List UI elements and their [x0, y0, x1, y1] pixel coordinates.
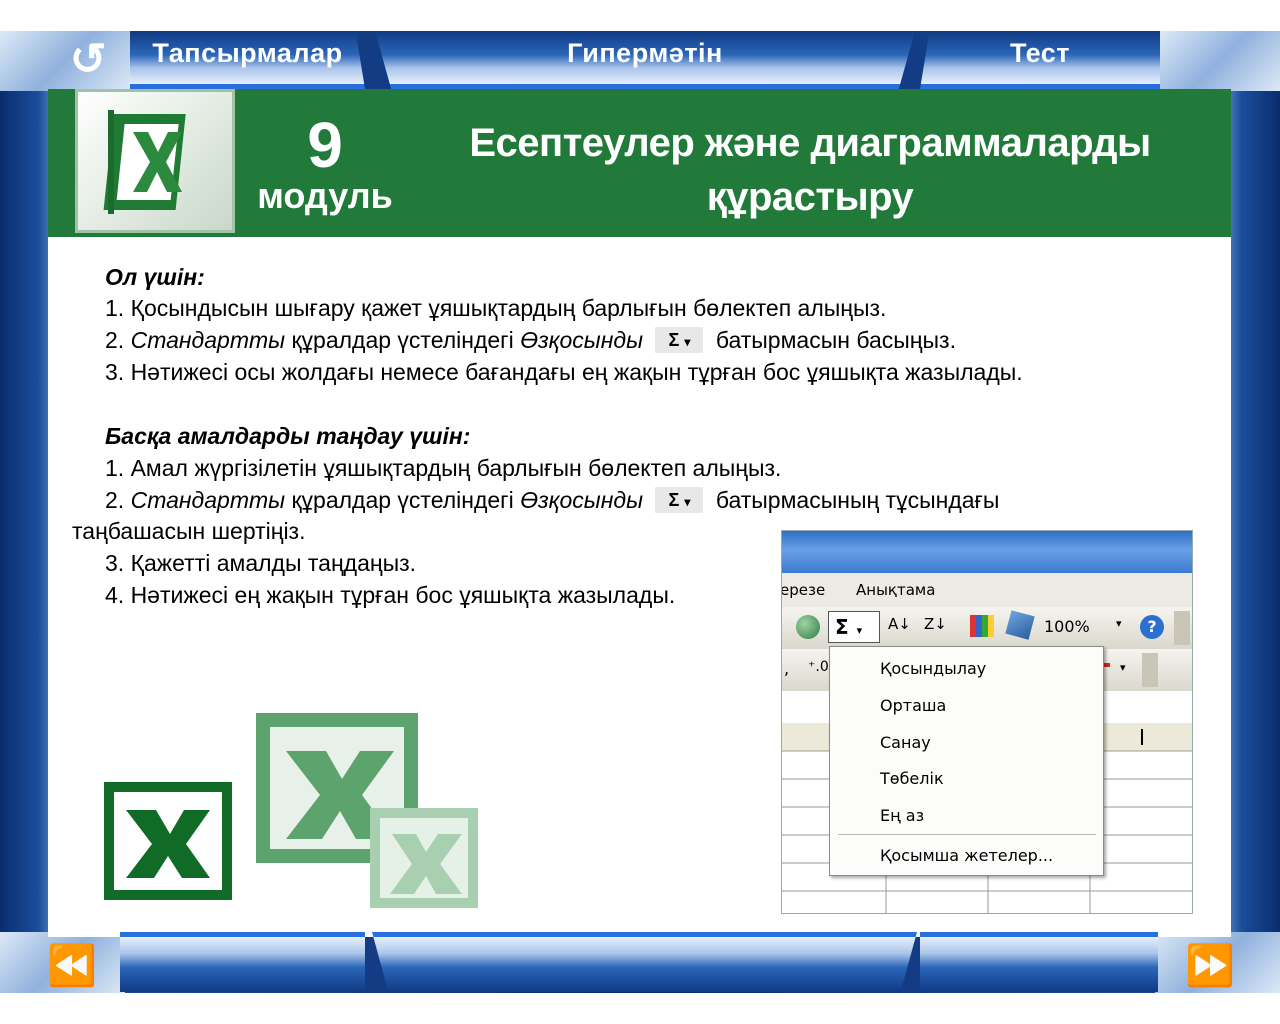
bottom-bar-left [120, 932, 365, 992]
menu-divider [838, 834, 1096, 835]
section2-heading: Басқа амалдарды таңдау үшін: [105, 423, 471, 449]
drawing-icon[interactable] [1005, 610, 1035, 640]
dropdown-arrow-icon: ▾ [856, 624, 863, 637]
toolbar-options-icon[interactable] [1142, 653, 1158, 687]
sigma-symbol: Σ [835, 615, 849, 639]
module-label: модуль [257, 175, 393, 216]
excel-menu-bar: ерезе Анықтама [782, 573, 1192, 607]
zoom-dropdown-icon[interactable]: ▾ [1116, 617, 1122, 630]
step-number: 2. [105, 487, 125, 513]
autosum-icon: Σ ▾ [655, 326, 704, 353]
tab-hypertext[interactable]: Гипермәтін [375, 31, 915, 89]
hyperlink-icon[interactable] [796, 615, 820, 639]
menu-item-average[interactable]: Орташа [880, 696, 946, 715]
next-arrow-icon[interactable]: ⏩ [1180, 945, 1240, 987]
sigma-symbol: Σ [668, 489, 680, 510]
help-icon[interactable]: ? [1140, 615, 1164, 639]
section2-step2-continued: таңбашасын шертіңіз. [72, 518, 306, 544]
page-title-line2: құрастыру [706, 175, 914, 219]
sigma-symbol: Σ [668, 329, 680, 350]
step-text: батырмасын басыңыз. [715, 327, 956, 353]
increase-decimal-icon[interactable]: ⁺.0 [808, 659, 829, 675]
tab-tasks[interactable]: Тапсырмалар [130, 31, 365, 89]
italic-term: Стандартты [130, 487, 286, 513]
step-text: батырмасының тұсындағы [715, 487, 1000, 513]
zoom-value[interactable]: 100% [1044, 617, 1090, 636]
section1-step1: 1. Қосындысын шығару қажет ұяшықтардың б… [105, 295, 887, 321]
excel-screenshot: ерезе Анықтама Σ ▾ A↓ Z↓ 100% ▾ ? , ⁺.0 ▾ [781, 530, 1193, 914]
menu-window[interactable]: ерезе [782, 581, 825, 599]
section2-step3: 3. Қажетті амалды таңдаңыз. [105, 550, 417, 576]
font-color-dropdown-icon[interactable]: ▾ [1120, 661, 1126, 674]
italic-term: Өзқосынды [520, 327, 644, 353]
toolbar-options-icon[interactable] [1174, 611, 1190, 645]
section1-step2: 2. Стандартты құралдар үстеліндегі Өзқос… [105, 325, 956, 355]
excel-logo-icon [103, 110, 186, 214]
autosum-icon: Σ ▾ [655, 486, 704, 513]
menu-item-more-functions[interactable]: Қосымша жетелер... [880, 846, 1053, 865]
menu-item-max[interactable]: Төбелік [880, 769, 944, 788]
menu-item-count[interactable]: Санау [880, 733, 931, 752]
page-title: Есептеулер және диаграммаларды құрастыру [420, 116, 1200, 224]
back-icon[interactable]: ↺ [60, 35, 116, 85]
comma-style-icon[interactable]: , [784, 659, 789, 678]
tab-test[interactable]: Тест [920, 31, 1160, 89]
step-number: 2. [105, 327, 125, 353]
bottom-bar-right [920, 932, 1158, 992]
dropdown-arrow-icon: ▾ [684, 334, 691, 349]
section2-step1: 1. Амал жүргізілетін ұяшықтардың барлығы… [105, 455, 782, 481]
excel-logo [75, 89, 235, 233]
section1-step3: 3. Нәтижесі осы жолдағы немесе бағандағы… [105, 359, 1023, 385]
frame-corner-top-right [1160, 31, 1280, 91]
menu-item-min[interactable]: Ең аз [880, 806, 924, 825]
sort-descending-icon[interactable]: Z↓ [924, 615, 947, 633]
step-text: құралдар үстеліндегі [291, 327, 514, 353]
sort-ascending-icon[interactable]: A↓ [888, 615, 911, 633]
section1-heading: Ол үшін: [105, 264, 205, 290]
excel-icon-dark [104, 782, 232, 900]
italic-term: Өзқосынды [520, 487, 644, 513]
autosum-button[interactable]: Σ ▾ [828, 611, 880, 643]
autosum-dropdown-menu: Қосындылау Орташа Санау Төбелік Ең аз Қо… [829, 646, 1104, 876]
section2-step4: 4. Нәтижесі ең жақын тұрған бос ұяшықта … [105, 582, 676, 608]
module-number: 9 [307, 109, 343, 181]
previous-arrow-icon[interactable]: ⏪ [42, 945, 102, 987]
italic-term: Стандартты [130, 327, 286, 353]
page-title-line1: Есептеулер және диаграммаларды [469, 121, 1151, 165]
menu-help[interactable]: Анықтама [856, 581, 935, 599]
chart-wizard-icon[interactable] [970, 615, 994, 637]
bottom-bar-middle [372, 932, 917, 992]
dropdown-arrow-icon: ▾ [684, 494, 691, 509]
excel-title-bar [782, 531, 1192, 573]
tab-test-label: Тест [1009, 38, 1071, 68]
excel-standard-toolbar: Σ ▾ A↓ Z↓ 100% ▾ ? [782, 607, 1192, 649]
step-text: құралдар үстеліндегі [291, 487, 514, 513]
tab-tasks-label: Тапсырмалар [152, 38, 343, 68]
excel-icon-light [370, 808, 478, 908]
section2-step2: 2. Стандартты құралдар үстеліндегі Өзқос… [105, 485, 999, 515]
tab-hypertext-label: Гипермәтін [567, 38, 723, 68]
menu-item-sum[interactable]: Қосындылау [880, 659, 986, 678]
